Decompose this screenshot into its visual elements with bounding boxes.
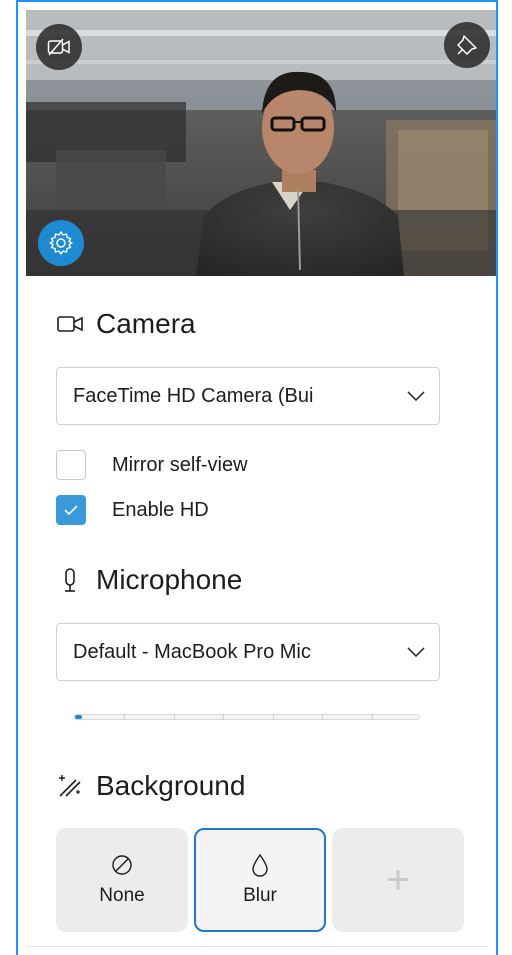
video-settings-button[interactable] [38,220,84,266]
add-background-button[interactable]: + [332,828,464,932]
background-none-button[interactable]: None [56,828,188,932]
camera-select-value: FaceTime HD Camera (Bui [73,384,314,407]
self-view-video [26,10,496,276]
camera-heading: Camera [96,308,196,339]
self-view-preview [26,10,496,276]
pin-icon [457,35,477,55]
enable-hd-checkbox[interactable] [56,495,86,525]
background-section-title: Background [54,770,245,802]
pin-self-view-button[interactable] [444,22,490,68]
mirror-self-view-label: Mirror self-view [112,453,248,476]
camera-select[interactable]: FaceTime HD Camera (Bui [56,367,440,425]
meter-tick [372,714,373,720]
camera-section-title: Camera [54,308,196,340]
stop-video-button[interactable] [36,24,82,70]
background-none-label: None [99,885,145,906]
chevron-down-icon [405,385,427,407]
microphone-section-title: Microphone [54,564,242,596]
meter-tick [223,714,224,720]
background-blur-button[interactable]: Blur [194,828,326,932]
microphone-icon [54,564,86,596]
video-camera-icon [54,308,86,340]
microphone-heading: Microphone [96,564,243,595]
video-off-icon [47,38,70,56]
enable-hd-option[interactable]: Enable HD [56,495,209,525]
meter-tick [174,714,175,720]
plus-icon: + [386,858,410,902]
microphone-select-value: Default - MacBook Pro Mic [73,640,311,663]
meter-tick [273,714,274,720]
checkmark-icon [64,505,78,516]
divider [26,946,488,947]
mirror-self-view-checkbox[interactable] [56,450,86,480]
meter-tick [124,714,125,720]
microphone-level-fill [75,715,82,719]
none-icon [110,853,134,877]
mirror-self-view-option[interactable]: Mirror self-view [56,450,248,480]
chevron-down-icon [405,641,427,663]
magic-wand-icon [54,770,86,802]
gear-icon [49,231,73,255]
background-heading: Background [96,770,246,801]
background-blur-label: Blur [243,885,277,906]
meter-tick [322,714,323,720]
microphone-level-meter [74,714,420,720]
blur-drop-icon [248,853,272,877]
microphone-select[interactable]: Default - MacBook Pro Mic [56,623,440,681]
enable-hd-label: Enable HD [112,498,209,521]
video-settings-panel: Camera FaceTime HD Camera (Bui Mirror se… [16,0,498,955]
background-options: None Blur + [56,828,468,934]
